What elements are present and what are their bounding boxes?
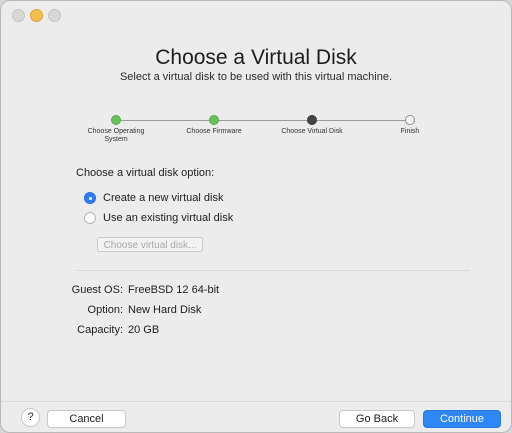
close-window-button[interactable] (12, 9, 25, 22)
minimize-window-button[interactable] (30, 9, 43, 22)
stepper-connector (121, 120, 209, 121)
radio-label: Use an existing virtual disk (103, 212, 234, 224)
stepper-connector (219, 120, 307, 121)
step-label-virtual-disk: Choose Virtual Disk (281, 128, 343, 135)
footer-divider (1, 401, 511, 402)
radio-selected-icon[interactable] (84, 192, 96, 204)
section-divider (76, 270, 470, 271)
page-subtitle: Select a virtual disk to be used with th… (119, 71, 393, 83)
step-done-indicator (209, 115, 219, 125)
radio-create-new-disk[interactable]: Create a new virtual disk (84, 191, 223, 205)
page-title: Choose a Virtual Disk (155, 46, 357, 69)
step-label-operating-system: Choose Operating System (87, 128, 145, 143)
step-label-firmware: Choose Firmware (186, 128, 242, 135)
wizard-window: Choose a Virtual Disk Select a virtual d… (0, 0, 512, 433)
step-label-finish: Finish (400, 128, 420, 135)
guest-os-value: FreeBSD 12 64-bit (128, 284, 220, 296)
cancel-button[interactable]: Cancel (47, 410, 126, 428)
radio-label: Create a new virtual disk (103, 192, 224, 204)
zoom-window-button[interactable] (48, 9, 61, 22)
guest-os-label: Guest OS: (71, 284, 123, 296)
step-pending-indicator (405, 115, 415, 125)
choose-virtual-disk-button[interactable]: Choose virtual disk... (97, 237, 203, 252)
option-label: Option: (87, 304, 123, 316)
radio-unselected-icon[interactable] (84, 212, 96, 224)
capacity-label: Capacity: (77, 324, 123, 336)
go-back-button[interactable]: Go Back (339, 410, 415, 428)
progress-stepper: Choose Operating System Choose Firmware … (1, 111, 511, 161)
help-button[interactable]: ? (21, 408, 40, 427)
option-value: New Hard Disk (128, 304, 202, 316)
disk-option-heading: Choose a virtual disk option: (76, 167, 215, 179)
step-done-indicator (111, 115, 121, 125)
title-bar (1, 1, 511, 29)
continue-button[interactable]: Continue (423, 410, 501, 428)
capacity-value: 20 GB (128, 324, 160, 336)
step-current-indicator (307, 115, 317, 125)
radio-use-existing-disk[interactable]: Use an existing virtual disk (84, 211, 233, 225)
stepper-connector (317, 120, 405, 121)
